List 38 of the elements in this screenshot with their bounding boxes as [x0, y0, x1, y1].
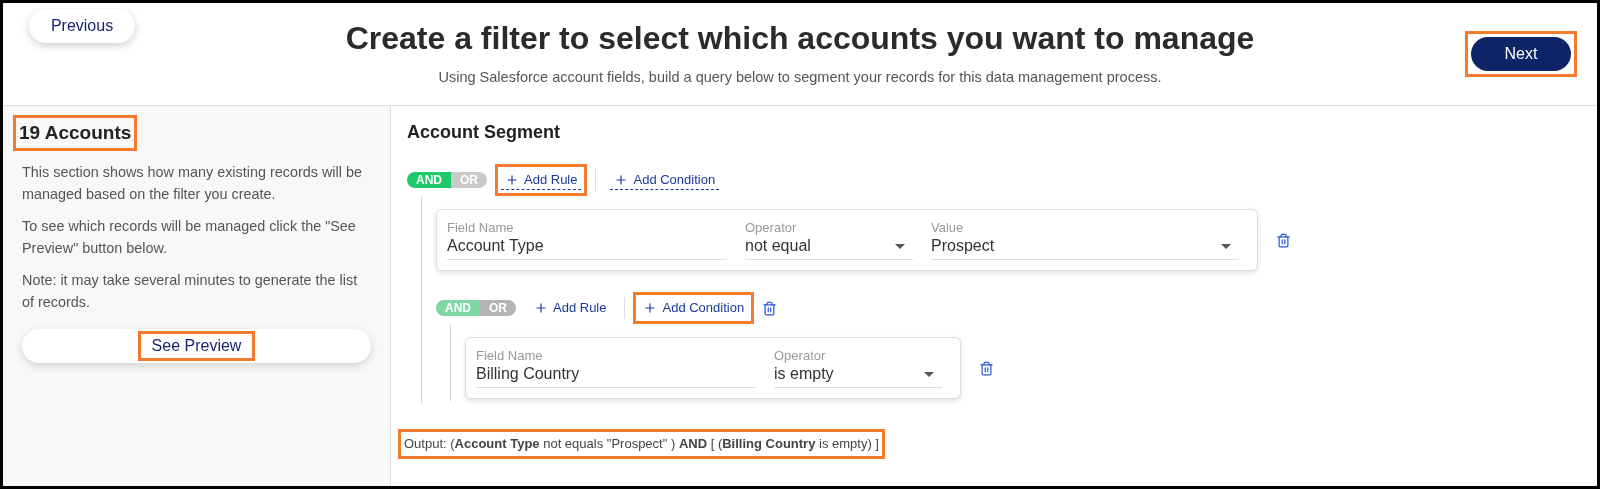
select-field[interactable]: Field Name Billing Country — [476, 348, 756, 388]
field-label: Value — [931, 220, 964, 235]
page-subtitle: Using Salesforce account fields, build a query below to segment your records for this data management process. — [438, 68, 1162, 85]
plus-icon — [614, 172, 629, 187]
field-label: Field Name — [447, 220, 514, 235]
field-value: not equal — [745, 237, 811, 255]
previous-button[interactable]: Previous — [29, 9, 135, 43]
help-text: This section shows how many existing records will be managed based on the filter you create. — [22, 163, 363, 204]
section-title: Account Segment — [407, 122, 562, 143]
delete-icon[interactable] — [1276, 232, 1291, 248]
select-field[interactable]: Operator not equal — [745, 220, 913, 260]
field-value: Billing Country — [476, 365, 580, 383]
see-preview-button[interactable]: See Preview — [22, 329, 371, 363]
select-field[interactable]: Value Prospect — [931, 220, 1239, 260]
field-label: Field Name — [476, 348, 543, 363]
select-field[interactable]: Field Name Account Type — [447, 220, 727, 260]
plus-icon — [505, 172, 519, 187]
field-value: Prospect — [931, 237, 995, 255]
field-label: Operator — [774, 348, 826, 363]
field-value: Account Type — [447, 237, 544, 255]
add-link[interactable]: Add Rule — [501, 170, 582, 190]
add-link[interactable]: Add Rule — [530, 298, 611, 318]
plus-icon — [534, 300, 548, 315]
field-label: Operator — [745, 220, 797, 235]
delete-icon[interactable] — [762, 300, 778, 316]
plus-icon — [643, 300, 658, 315]
highlight-frame: See Preview — [137, 331, 256, 361]
help-text: Note: it may take several minutes to generate the list of records. — [22, 271, 359, 312]
field-value: is empty — [774, 365, 834, 383]
add-link[interactable]: Add Condition — [639, 298, 749, 318]
account-count: 19 Accounts — [19, 121, 132, 145]
select-field[interactable]: Operator is empty — [774, 348, 942, 388]
next-button[interactable]: Next — [1471, 37, 1571, 71]
add-link[interactable]: Add Condition — [610, 170, 720, 190]
page-title: Create a filter to select which accounts you want to manage — [345, 19, 1255, 57]
help-text: To see which records will be managed click the "See Preview" button below. — [22, 217, 357, 258]
output-text: Output: (Account Type not equals "Prospect" ) AND [ (Billing Country is empty) ] — [404, 435, 879, 453]
delete-icon[interactable] — [979, 360, 994, 376]
